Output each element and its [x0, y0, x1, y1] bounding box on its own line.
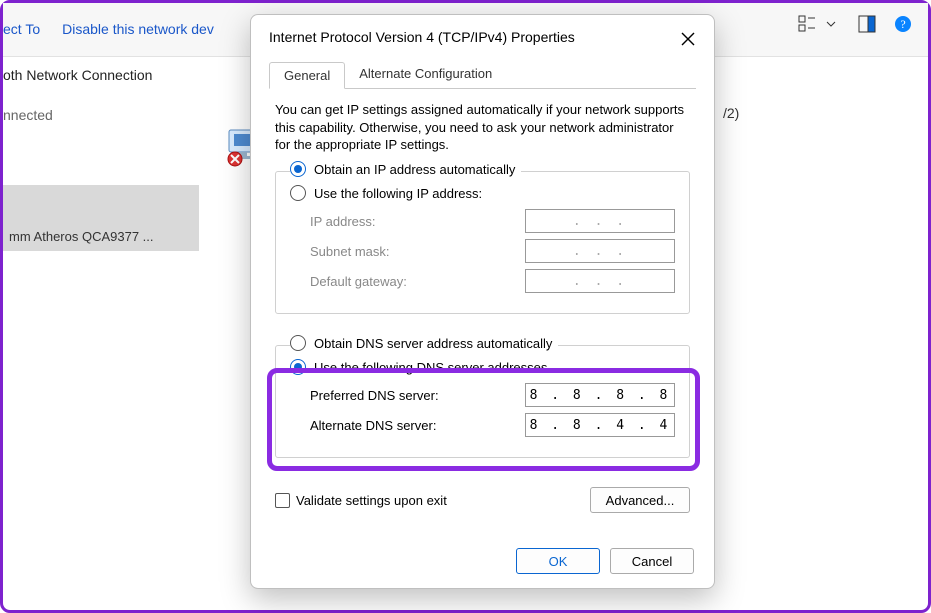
connection-status: nnected	[3, 107, 53, 123]
radio-obtain-ip-auto[interactable]: Obtain an IP address automatically	[290, 161, 521, 177]
ok-button[interactable]: OK	[516, 548, 600, 574]
radio-label: Use the following IP address:	[314, 186, 482, 201]
background-fragment: /2)	[723, 105, 739, 121]
details-pane-icon[interactable]	[858, 15, 876, 33]
adapter-name: mm Atheros QCA9377 ...	[3, 225, 199, 248]
advanced-button[interactable]: Advanced...	[590, 487, 690, 513]
ip-address-input: . . .	[525, 209, 675, 233]
chevron-down-icon[interactable]	[822, 15, 840, 33]
tab-alternate-config[interactable]: Alternate Configuration	[345, 61, 506, 88]
dns-group: Obtain DNS server address automatically …	[275, 345, 690, 458]
help-icon[interactable]: ?	[894, 15, 912, 33]
radio-label: Obtain DNS server address automatically	[314, 336, 552, 351]
radio-use-ip[interactable]: Use the following IP address:	[290, 185, 675, 201]
radio-label: Obtain an IP address automatically	[314, 162, 515, 177]
subnet-mask-input: . . .	[525, 239, 675, 263]
radio-icon	[290, 161, 306, 177]
checkbox-label: Validate settings upon exit	[296, 493, 447, 508]
default-gateway-label: Default gateway:	[310, 274, 407, 289]
intro-text: You can get IP settings assigned automat…	[275, 101, 690, 154]
radio-icon	[290, 359, 306, 375]
alternate-dns-input[interactable]: 8 . 8 . 4 . 4	[525, 413, 675, 437]
subnet-mask-label: Subnet mask:	[310, 244, 390, 259]
radio-obtain-dns-auto[interactable]: Obtain DNS server address automatically	[290, 335, 558, 351]
disable-device-link[interactable]: Disable this network dev	[62, 21, 214, 37]
view-options-button[interactable]	[798, 15, 816, 33]
validate-settings-checkbox[interactable]: Validate settings upon exit	[275, 493, 447, 508]
connect-to-link[interactable]: ect To	[3, 21, 40, 37]
radio-use-dns[interactable]: Use the following DNS server addresses	[290, 359, 675, 375]
dialog-title: Internet Protocol Version 4 (TCP/IPv4) P…	[269, 29, 575, 45]
cancel-button[interactable]: Cancel	[610, 548, 694, 574]
close-button[interactable]	[674, 25, 702, 53]
preferred-dns-label: Preferred DNS server:	[310, 388, 439, 403]
ip-address-group: Obtain an IP address automatically Use t…	[275, 171, 690, 314]
default-gateway-input: . . .	[525, 269, 675, 293]
ipv4-properties-dialog: Internet Protocol Version 4 (TCP/IPv4) P…	[250, 14, 715, 589]
adapter-card[interactable]: mm Atheros QCA9377 ...	[3, 185, 199, 251]
radio-icon	[290, 185, 306, 201]
checkbox-icon	[275, 493, 290, 508]
radio-icon	[290, 335, 306, 351]
tab-general[interactable]: General	[269, 62, 345, 89]
alternate-dns-label: Alternate DNS server:	[310, 418, 436, 433]
connection-title: oth Network Connection	[3, 67, 152, 83]
tab-strip: General Alternate Configuration	[269, 61, 696, 89]
ip-address-label: IP address:	[310, 214, 376, 229]
svg-text:?: ?	[900, 17, 905, 31]
preferred-dns-input[interactable]: 8 . 8 . 8 . 8	[525, 383, 675, 407]
radio-label: Use the following DNS server addresses	[314, 360, 547, 375]
